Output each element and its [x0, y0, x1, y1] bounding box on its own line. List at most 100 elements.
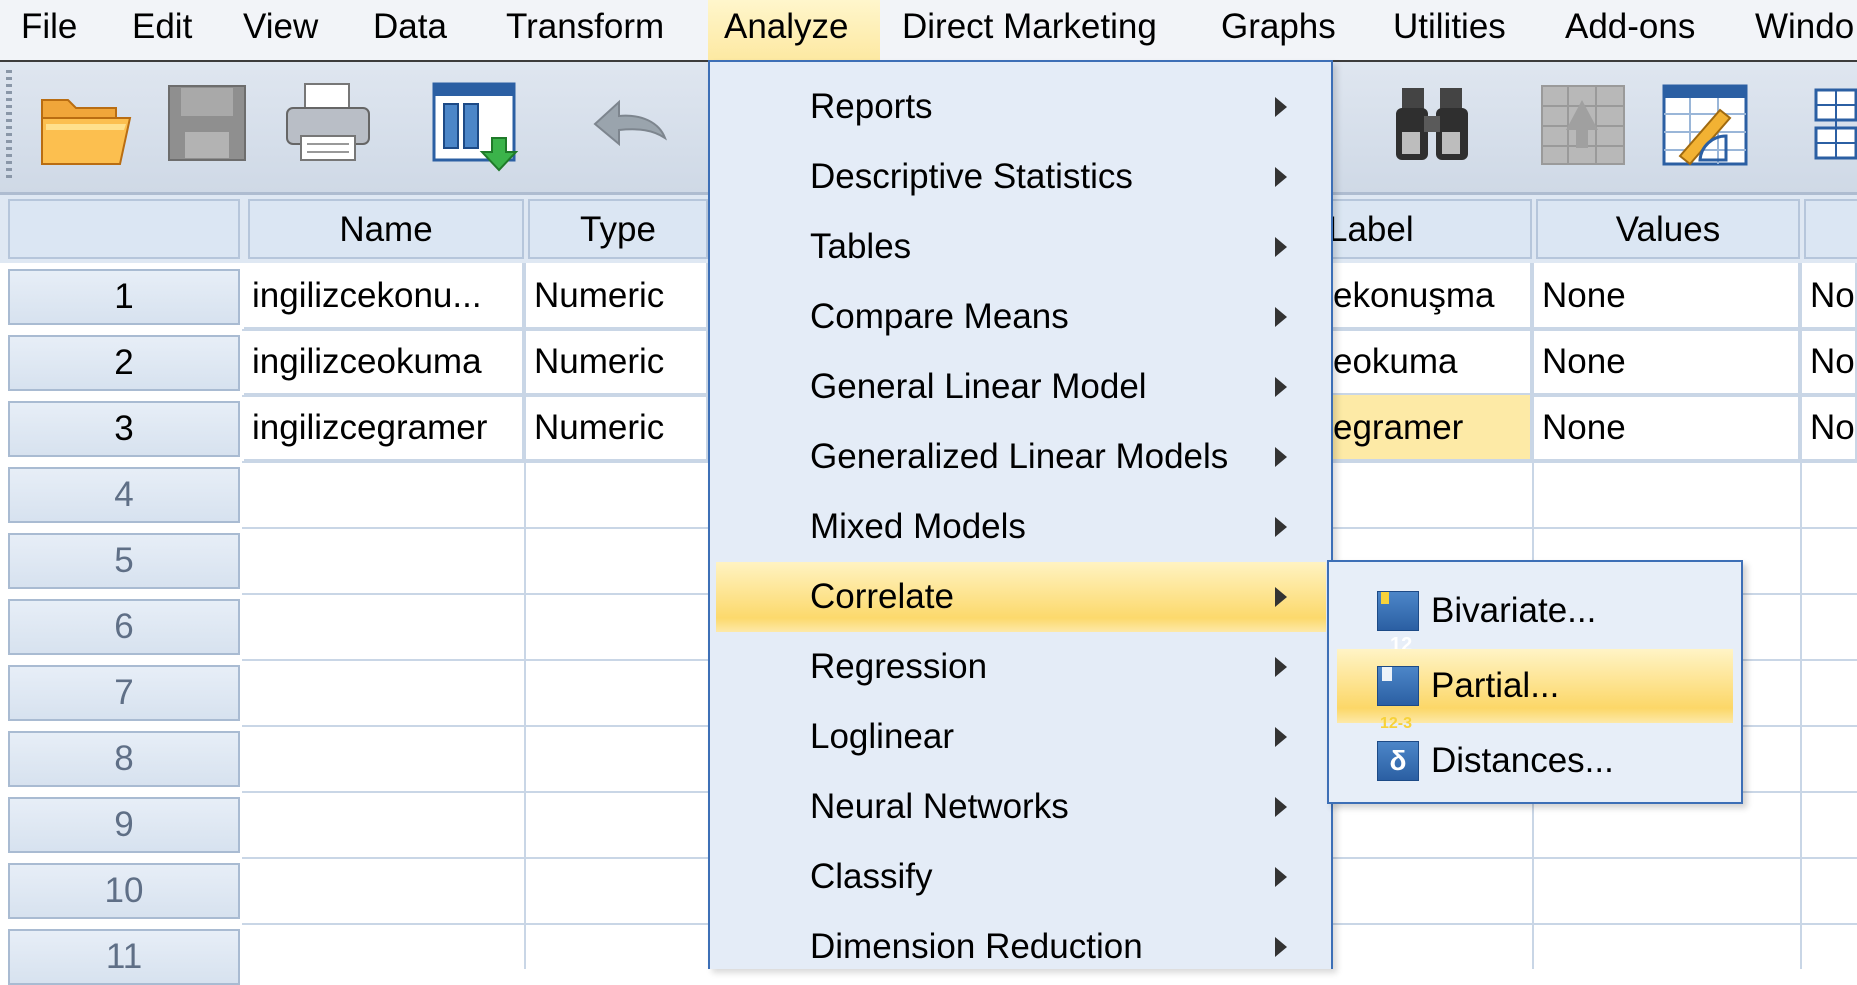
toolbar-grip[interactable]: [6, 70, 12, 180]
menu-item-label: Reports: [810, 87, 933, 126]
menu-item-label: Loglinear: [810, 717, 954, 756]
print-icon[interactable]: [283, 80, 373, 170]
menu-item-label: Mixed Models: [810, 507, 1026, 546]
submenu-arrow-icon: [1275, 517, 1287, 537]
undo-icon[interactable]: [585, 80, 675, 170]
correlate-submenu: 12 Bivariate... 12-3 Partial... δ Distan…: [1327, 560, 1743, 804]
save-icon[interactable]: [165, 80, 255, 170]
menu-analyze[interactable]: Analyze: [708, 0, 880, 60]
distances-icon: δ: [1377, 741, 1419, 781]
submenu-arrow-icon: [1275, 937, 1287, 957]
cell-missing[interactable]: No: [1802, 329, 1857, 395]
bivariate-icon: 12: [1377, 591, 1419, 656]
menu-item-tables[interactable]: Tables: [710, 212, 1331, 282]
menu-item-loglinear[interactable]: Loglinear: [710, 702, 1331, 772]
row-number[interactable]: 3: [8, 401, 240, 457]
cell-type[interactable]: Numeric: [526, 329, 708, 395]
menu-item-partial[interactable]: 12-3 Partial...: [1337, 649, 1733, 732]
menu-direct-marketing[interactable]: Direct Marketing: [886, 0, 1173, 60]
submenu-arrow-icon: [1275, 867, 1287, 887]
menu-transform[interactable]: Transform: [490, 0, 680, 60]
cell-name[interactable]: ingilizcegramer: [244, 395, 524, 461]
submenu-arrow-icon: [1275, 307, 1287, 327]
cell-name[interactable]: ingilizceokuma: [244, 329, 524, 395]
menu-view[interactable]: View: [227, 0, 334, 60]
menu-data[interactable]: Data: [357, 0, 463, 60]
menu-item-label: Generalized Linear Models: [810, 437, 1229, 476]
menu-item-classify[interactable]: Classify: [710, 842, 1331, 912]
cell-missing[interactable]: No: [1802, 395, 1857, 461]
menu-utilities[interactable]: Utilities: [1377, 0, 1522, 60]
row-number[interactable]: 2: [8, 335, 240, 391]
submenu-arrow-icon: [1275, 797, 1287, 817]
cell-values[interactable]: None: [1534, 329, 1800, 395]
submenu-arrow-icon: [1275, 587, 1287, 607]
menu-item-neural-networks[interactable]: Neural Networks: [710, 772, 1331, 842]
menu-add-ons[interactable]: Add-ons: [1549, 0, 1711, 60]
corner-header[interactable]: [8, 199, 240, 259]
menu-item-regression[interactable]: Regression: [710, 632, 1331, 702]
row-number[interactable]: 11: [8, 929, 240, 985]
submenu-arrow-icon: [1275, 727, 1287, 747]
row-number[interactable]: 10: [8, 863, 240, 919]
cell-name[interactable]: ingilizcekonu...: [244, 263, 524, 329]
cell-label-selected[interactable]: egramer: [1333, 395, 1532, 461]
row-number[interactable]: 1: [8, 269, 240, 325]
row-number[interactable]: 7: [8, 665, 240, 721]
cell-values[interactable]: None: [1534, 395, 1800, 461]
submenu-arrow-icon: [1275, 657, 1287, 677]
menu-item-dimension-reduction[interactable]: Dimension Reduction: [710, 912, 1331, 982]
column-header-label[interactable]: Label: [1320, 199, 1532, 259]
menu-item-compare-means[interactable]: Compare Means: [710, 282, 1331, 352]
row-number[interactable]: 6: [8, 599, 240, 655]
partial-icon: 12-3: [1377, 666, 1419, 732]
menu-item-label: Partial...: [1431, 666, 1560, 705]
cell-missing[interactable]: No: [1802, 263, 1857, 329]
cell-label[interactable]: ekonuşma: [1333, 263, 1532, 329]
submenu-arrow-icon: [1275, 237, 1287, 257]
submenu-arrow-icon: [1275, 167, 1287, 187]
column-header-type[interactable]: Type: [528, 199, 708, 259]
menu-item-bivariate[interactable]: 12 Bivariate...: [1337, 574, 1733, 656]
menu-item-label: Regression: [810, 647, 988, 686]
cell-label[interactable]: eokuma: [1333, 329, 1532, 395]
go-to-case-icon[interactable]: [1538, 80, 1628, 170]
menu-item-general-linear-model[interactable]: General Linear Model: [710, 352, 1331, 422]
menu-item-mixed-models[interactable]: Mixed Models: [710, 492, 1331, 562]
menu-item-label: Classify: [810, 857, 933, 896]
variables-icon[interactable]: [1660, 80, 1750, 170]
row-number[interactable]: 4: [8, 467, 240, 523]
row-number[interactable]: 9: [8, 797, 240, 853]
menu-item-label: Correlate: [810, 577, 954, 616]
menu-item-descriptive-statistics[interactable]: Descriptive Statistics: [710, 142, 1331, 212]
row-number[interactable]: 5: [8, 533, 240, 589]
menu-item-label: Compare Means: [810, 297, 1069, 336]
column-header-values[interactable]: Values: [1536, 199, 1800, 259]
cell-values[interactable]: None: [1534, 263, 1800, 329]
menu-file[interactable]: File: [5, 0, 93, 60]
find-icon[interactable]: [1390, 80, 1480, 170]
column-header-missing[interactable]: [1804, 199, 1857, 259]
menu-window[interactable]: Windo: [1739, 0, 1857, 60]
cell-type[interactable]: Numeric: [526, 395, 708, 461]
cell-type[interactable]: Numeric: [526, 263, 708, 329]
menu-bar: File Edit View Data Transform Analyze Di…: [0, 0, 1857, 62]
menu-item-label: Bivariate...: [1431, 591, 1597, 630]
value-labels-icon[interactable]: [1810, 80, 1857, 170]
row-number[interactable]: 8: [8, 731, 240, 787]
column-header-name[interactable]: Name: [248, 199, 524, 259]
menu-graphs[interactable]: Graphs: [1205, 0, 1352, 60]
open-folder-icon[interactable]: [38, 80, 132, 170]
submenu-arrow-icon: [1275, 97, 1287, 117]
menu-item-distances[interactable]: δ Distances...: [1337, 724, 1733, 798]
menu-item-correlate[interactable]: Correlate: [716, 562, 1326, 632]
menu-item-label: Distances...: [1431, 741, 1614, 780]
submenu-arrow-icon: [1275, 447, 1287, 467]
menu-edit[interactable]: Edit: [116, 0, 208, 60]
menu-item-label: Tables: [810, 227, 912, 266]
menu-item-reports[interactable]: Reports: [710, 72, 1331, 142]
menu-item-generalized-linear-models[interactable]: Generalized Linear Models: [710, 422, 1331, 492]
analyze-menu: Reports Descriptive Statistics Tables Co…: [708, 60, 1333, 969]
recall-dialog-icon[interactable]: [430, 80, 520, 172]
menu-item-label: Descriptive Statistics: [810, 157, 1133, 196]
